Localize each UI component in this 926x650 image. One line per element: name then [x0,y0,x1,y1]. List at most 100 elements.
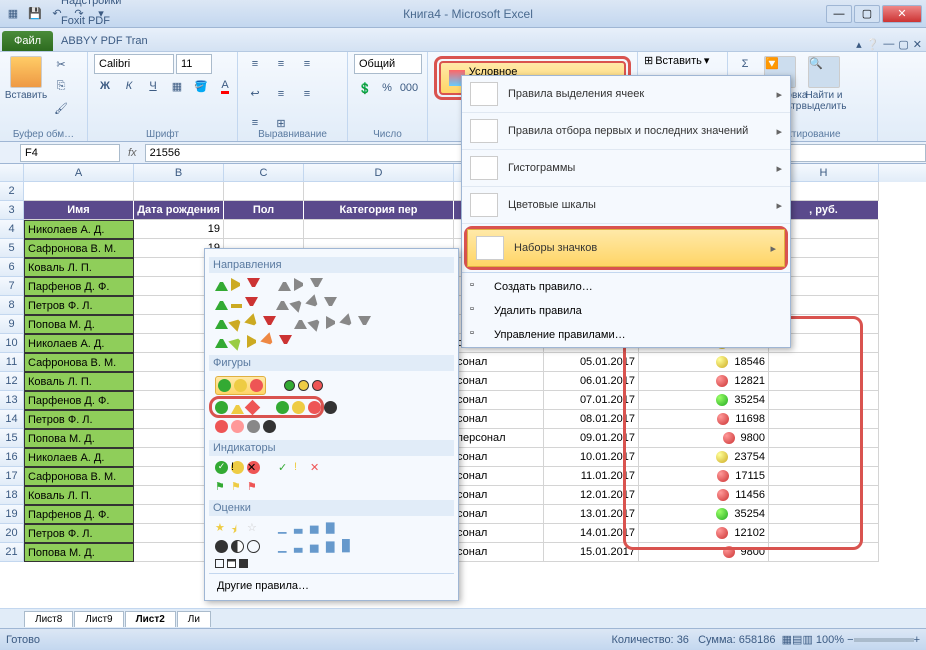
file-tab[interactable]: Файл [2,31,53,51]
autosum-icon[interactable]: Σ [734,54,756,74]
row-header[interactable]: 7 [0,277,24,296]
format-painter-icon[interactable]: 🖌 [50,98,72,118]
view-layout-icon[interactable]: ▤ [792,633,802,646]
cell-name[interactable]: Николаев А. Д. [24,448,134,467]
cell[interactable]: сонал [454,543,544,562]
cell[interactable] [769,410,879,429]
iconset-4arrows[interactable] [215,316,276,329]
cell-value[interactable]: 11456 [639,486,769,505]
bold-icon[interactable]: Ж [94,76,116,96]
cell-value[interactable]: 17115 [639,467,769,486]
cell-value[interactable]: 35254 [639,505,769,524]
column-header[interactable]: D [304,164,454,182]
cell[interactable] [769,448,879,467]
wrap-icon[interactable]: ↩ [244,84,266,104]
cell[interactable] [769,429,879,448]
cell-name[interactable]: Парфенов Д. Ф. [24,505,134,524]
cell-name[interactable]: Коваль Л. П. [24,486,134,505]
cell-name[interactable]: Попова М. Д. [24,429,134,448]
cell-name[interactable]: Николаев А. Д. [24,220,134,239]
row-header[interactable]: 6 [0,258,24,277]
cell-name[interactable]: Николаев А. Д. [24,334,134,353]
row-header[interactable]: 20 [0,524,24,543]
cell[interactable]: сонал [454,467,544,486]
name-box[interactable]: F4 [20,144,120,162]
ribbon-tab[interactable]: ABBYY PDF Tran [53,31,156,51]
paste-button[interactable]: Вставить [6,54,46,103]
cell[interactable] [304,220,454,239]
font-color-icon[interactable]: A [214,76,236,96]
iconset-3symbols2[interactable]: ✓!✕ [278,461,323,474]
percent-icon[interactable]: % [376,78,398,98]
iconset-redtoblack[interactable] [215,420,276,433]
cell[interactable]: сонал [454,391,544,410]
cf-menu-action[interactable]: ▫Управление правилами… [462,323,790,347]
select-all-corner[interactable] [0,164,24,182]
font-name-combo[interactable]: Calibri [94,54,174,74]
maximize-button[interactable]: ▢ [854,5,880,23]
cf-menu-item[interactable]: Правила отбора первых и последних значен… [462,113,790,150]
row-header[interactable]: 14 [0,410,24,429]
iconset-3arrows[interactable] [215,278,260,291]
cell-value[interactable]: 12102 [639,524,769,543]
iconset-4arrows-gray[interactable] [276,297,337,310]
cell-name[interactable]: Сафронова В. М. [24,239,134,258]
cell[interactable] [769,524,879,543]
row-header[interactable]: 10 [0,334,24,353]
row-header[interactable]: 17 [0,467,24,486]
cf-menu-item[interactable]: Цветовые шкалы▸ [462,187,790,224]
cell-name[interactable]: Сафронова В. М. [24,467,134,486]
cell[interactable]: 19 [134,220,224,239]
insert-cells-button[interactable]: ⊞ Вставить▾ [644,54,709,67]
minimize-button[interactable]: — [826,5,852,23]
cell[interactable]: 05.01.2017 [544,353,639,372]
help-icon[interactable]: ❔ [866,38,880,51]
cf-menu-item[interactable]: Гистограммы▸ [462,150,790,187]
close-button[interactable]: ✕ [882,5,922,23]
zoom-slider[interactable] [854,638,914,642]
cell[interactable]: персонал [454,429,544,448]
cell[interactable]: 14.01.2017 [544,524,639,543]
cell[interactable]: 15.01.2017 [544,543,639,562]
iconset-5quarters[interactable] [215,540,260,553]
cf-menu-item[interactable]: Наборы значков▸ [467,229,785,267]
cell[interactable]: сонал [454,372,544,391]
cell[interactable]: сонал [454,410,544,429]
cf-menu-item[interactable]: Правила выделения ячеек▸ [462,76,790,113]
cell[interactable]: сонал [454,353,544,372]
cell[interactable] [769,486,879,505]
cell[interactable]: сонал [454,448,544,467]
iconset-3symbols[interactable]: ✓!✕ [215,461,260,474]
cell-value[interactable]: 9800 [639,543,769,562]
comma-icon[interactable]: 000 [398,78,420,98]
cell[interactable]: 12.01.2017 [544,486,639,505]
minimize-ribbon-icon[interactable]: ▴ [856,38,862,51]
cell-value[interactable]: 12821 [639,372,769,391]
cell[interactable]: 08.01.2017 [544,410,639,429]
cell-name[interactable]: Парфенов Д. Ф. [24,391,134,410]
column-header[interactable]: B [134,164,224,182]
row-header[interactable]: 19 [0,505,24,524]
cell[interactable]: 07.01.2017 [544,391,639,410]
iconset-5arrows-gray[interactable] [294,316,371,329]
currency-icon[interactable]: 💲 [354,78,376,98]
cell-value[interactable]: 18546 [639,353,769,372]
mdi-close-icon[interactable]: ✕ [913,38,922,51]
cell-value[interactable]: 9800 [639,429,769,448]
underline-icon[interactable]: Ч [142,76,164,96]
row-header[interactable]: 21 [0,543,24,562]
row-header[interactable]: 18 [0,486,24,505]
ribbon-tab[interactable]: Foxit PDF [53,11,156,31]
number-format-combo[interactable]: Общий [354,54,422,74]
cell[interactable]: 06.01.2017 [544,372,639,391]
sheet-tab[interactable]: Лист9 [74,611,123,627]
cell[interactable]: сонал [454,505,544,524]
cell-value[interactable]: 23754 [639,448,769,467]
row-header[interactable]: 16 [0,448,24,467]
iconset-3flags[interactable]: ⚑⚑⚑ [215,480,260,493]
zoom-level[interactable]: 100% [816,634,844,646]
copy-icon[interactable]: ⎘ [50,76,72,96]
iconset-5boxes[interactable] [215,559,248,568]
cell[interactable]: сонал [454,524,544,543]
row-header[interactable]: 8 [0,296,24,315]
